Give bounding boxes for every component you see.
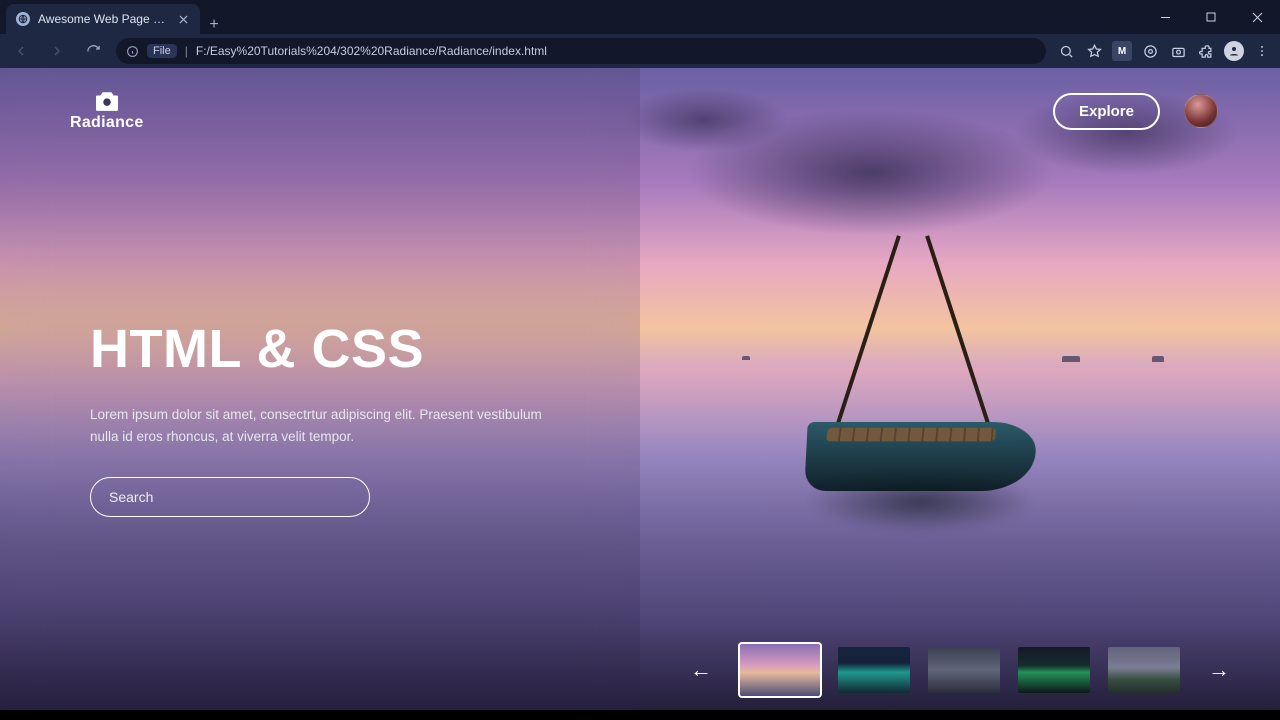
zoom-icon[interactable] — [1056, 41, 1076, 61]
back-button[interactable] — [8, 38, 34, 64]
search-field-wrapper[interactable] — [90, 477, 370, 517]
thumbnail-mountain-valley[interactable] — [1108, 647, 1180, 693]
search-input[interactable] — [109, 489, 351, 505]
info-icon — [126, 45, 139, 58]
kebab-menu-icon[interactable] — [1252, 41, 1272, 61]
extension-icon[interactable] — [1140, 41, 1160, 61]
close-window-button[interactable] — [1234, 0, 1280, 34]
carousel-next-arrow-icon[interactable]: → — [1198, 651, 1240, 689]
brand-name: Radiance — [70, 114, 144, 132]
star-icon[interactable] — [1084, 41, 1104, 61]
user-avatar[interactable] — [1184, 94, 1218, 128]
brand-logo[interactable]: Radiance — [70, 90, 144, 132]
minimize-button[interactable] — [1142, 0, 1188, 34]
globe-icon — [16, 12, 30, 26]
page-header: Radiance Explore — [0, 90, 1280, 132]
address-bar: File | F:/Easy%20Tutorials%204/302%20Rad… — [0, 34, 1280, 68]
extension-icon[interactable]: M — [1112, 41, 1132, 61]
url-field[interactable]: File | F:/Easy%20Tutorials%204/302%20Rad… — [116, 38, 1046, 64]
url-scheme-badge: File — [147, 44, 177, 58]
maximize-button[interactable] — [1188, 0, 1234, 34]
url-text: F:/Easy%20Tutorials%204/302%20Radiance/R… — [196, 44, 547, 58]
thumbnail-sunset-boat[interactable] — [740, 644, 820, 696]
close-icon[interactable] — [176, 12, 190, 26]
hero-section: HTML & CSS Lorem ipsum dolor sit amet, c… — [90, 318, 570, 517]
profile-avatar-icon[interactable] — [1224, 41, 1244, 61]
forward-button[interactable] — [44, 38, 70, 64]
tab-strip: Awesome Web Page Design - Ea + — [0, 0, 1142, 34]
page-viewport: Radiance Explore HTML & CSS Lorem ipsum … — [0, 68, 1280, 720]
titlebar: Awesome Web Page Design - Ea + — [0, 0, 1280, 34]
thumbnail-aurora-teal[interactable] — [838, 647, 910, 693]
extensions-puzzle-icon[interactable] — [1196, 41, 1216, 61]
thumbnail-carousel: ← → — [640, 644, 1280, 696]
hero-body: Lorem ipsum dolor sit amet, consectrtur … — [90, 404, 550, 449]
camera-icon — [93, 90, 121, 112]
toolbar-actions: M — [1056, 41, 1272, 61]
reload-button[interactable] — [80, 38, 106, 64]
tab-title: Awesome Web Page Design - Ea — [38, 12, 168, 26]
letterbox-bar — [0, 710, 1280, 720]
hero-title: HTML & CSS — [90, 318, 570, 380]
thumbnail-overcast-hills[interactable] — [928, 647, 1000, 693]
thumbnail-aurora-green[interactable] — [1018, 647, 1090, 693]
window-controls — [1142, 0, 1280, 34]
explore-button[interactable]: Explore — [1053, 93, 1160, 130]
browser-window: Awesome Web Page Design - Ea + File | F:… — [0, 0, 1280, 720]
browser-tab-active[interactable]: Awesome Web Page Design - Ea — [6, 4, 200, 34]
carousel-prev-arrow-icon[interactable]: ← — [680, 651, 722, 689]
new-tab-button[interactable]: + — [200, 16, 228, 34]
camera-icon[interactable] — [1168, 41, 1188, 61]
